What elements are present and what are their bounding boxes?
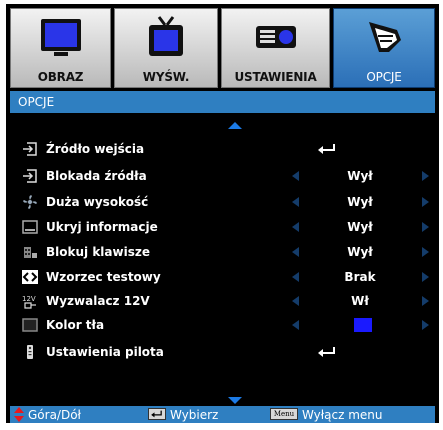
left-arrow-icon[interactable]	[292, 320, 299, 330]
tab-label: WYŚW.	[142, 70, 190, 84]
menu-item-value: Wył	[347, 195, 373, 209]
select-hint-label: Wybierz	[170, 408, 219, 422]
left-arrow-icon[interactable]	[292, 272, 299, 282]
menu-item-12v-trigger[interactable]: 12V Wyzwalacz 12V Wł	[10, 290, 435, 313]
tab-ustawienia[interactable]: USTAWIENIA	[221, 8, 330, 88]
menu-item-value: Brak	[344, 270, 376, 284]
12v-trigger-icon: 12V	[22, 295, 36, 309]
status-bar: Góra/Dół Wybierz Menu Wyłącz menu	[10, 406, 435, 423]
background-color-icon	[22, 318, 38, 332]
menu-item-label: Wyzwalacz 12V	[46, 294, 150, 308]
keypad-lock-icon	[24, 247, 37, 258]
tab-label: OPCJE	[366, 70, 402, 84]
menu-item-value: Wył	[347, 220, 373, 234]
menu-item-label: Wzorzec testowy	[46, 270, 161, 284]
nav-hint-label: Góra/Dół	[28, 408, 81, 422]
options-panel: Źródło wejścia Blokada źródła Wył Duża w	[10, 115, 435, 405]
enter-icon[interactable]	[316, 142, 338, 156]
menu-item-remote-settings[interactable]: Ustawienia pilota	[10, 341, 435, 364]
right-arrow-icon[interactable]	[422, 222, 429, 232]
left-arrow-icon[interactable]	[292, 222, 299, 232]
menu-item-label: Źródło wejścia	[46, 142, 145, 156]
menu-key-icon: Menu	[270, 408, 298, 420]
projector-icon	[255, 26, 296, 48]
menu-item-hide-info[interactable]: Ukryj informacje Wył	[10, 216, 435, 239]
menu-item-keypad-lock[interactable]: Blokuj klawisze Wył	[10, 241, 435, 264]
scroll-up-arrow-icon[interactable]	[228, 122, 242, 129]
tab-opcje[interactable]: OPCJE	[333, 8, 435, 88]
exit-hint-label: Wyłącz menu	[302, 408, 383, 422]
menu-item-label: Blokada źródła	[46, 169, 147, 183]
up-down-arrow-icon	[14, 407, 24, 422]
tv-icon	[149, 16, 183, 56]
menu-item-label: Ukryj informacje	[46, 220, 158, 234]
menu-item-background-color[interactable]: Kolor tła	[10, 314, 435, 337]
section-title: OPCJE	[18, 95, 55, 109]
tab-label: USTAWIENIA	[234, 70, 317, 84]
menu-item-value: Wył	[347, 169, 373, 183]
tools-icon	[369, 22, 401, 52]
svg-text:12V: 12V	[22, 295, 36, 303]
input-source-icon	[23, 142, 37, 156]
menu-item-test-pattern[interactable]: Wzorzec testowy Brak	[10, 266, 435, 289]
menu-item-value: Wył	[347, 245, 373, 259]
tab-obraz[interactable]: OBRAZ	[10, 8, 111, 88]
fan-icon	[23, 195, 37, 209]
osd-menu: OBRAZ WYŚW. USTAWIENIA OPCJE OPCJE Źródł…	[6, 4, 439, 423]
menu-item-high-altitude[interactable]: Duża wysokość Wył	[10, 191, 435, 214]
left-arrow-icon[interactable]	[292, 247, 299, 257]
tab-wysw[interactable]: WYŚW.	[114, 8, 218, 88]
left-arrow-icon[interactable]	[292, 197, 299, 207]
enter-key-icon	[148, 408, 166, 420]
left-arrow-icon[interactable]	[292, 171, 299, 181]
right-arrow-icon[interactable]	[422, 296, 429, 306]
menu-item-label: Ustawienia pilota	[46, 345, 164, 359]
right-arrow-icon[interactable]	[422, 197, 429, 207]
menu-item-value: Wł	[351, 294, 369, 308]
right-arrow-icon[interactable]	[422, 247, 429, 257]
remote-icon	[27, 345, 33, 359]
tab-label: OBRAZ	[37, 70, 84, 84]
menu-item-label: Kolor tła	[46, 318, 105, 332]
scroll-down-arrow-icon[interactable]	[228, 397, 242, 404]
menu-item-label: Duża wysokość	[46, 195, 149, 209]
monitor-icon	[40, 19, 81, 56]
enter-icon[interactable]	[316, 345, 338, 359]
section-title-bar: OPCJE	[10, 91, 435, 113]
hide-info-icon	[22, 220, 38, 234]
right-arrow-icon[interactable]	[422, 171, 429, 181]
source-lock-icon	[23, 169, 37, 183]
right-arrow-icon[interactable]	[422, 320, 429, 330]
menu-item-label: Blokuj klawisze	[46, 245, 150, 259]
right-arrow-icon[interactable]	[422, 272, 429, 282]
test-pattern-icon	[22, 270, 38, 284]
left-arrow-icon[interactable]	[292, 296, 299, 306]
menu-item-source-lock[interactable]: Blokada źródła Wył	[10, 165, 435, 188]
color-swatch	[354, 318, 372, 332]
menu-item-input-source[interactable]: Źródło wejścia	[10, 138, 435, 161]
